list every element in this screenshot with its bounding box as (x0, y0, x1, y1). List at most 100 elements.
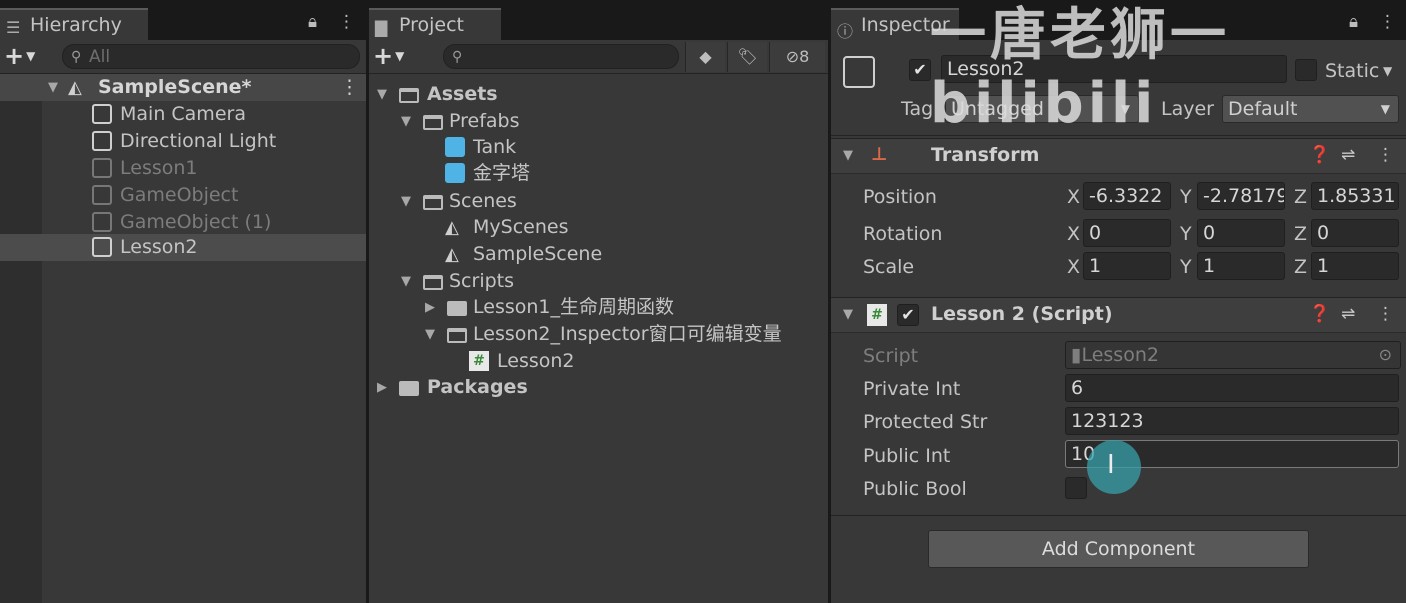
gameobject-cube-icon (92, 158, 112, 178)
prefab-cube-icon (445, 163, 465, 183)
collapse-arrow-icon[interactable]: ▶ (377, 374, 387, 401)
hierarchy-tabbar: ☰ Hierarchy 🔒︎ ⋮ (0, 0, 366, 40)
more-menu-icon[interactable]: ⋮ (338, 12, 355, 32)
gameobject-cube-icon (92, 185, 112, 205)
tree-item-scenes[interactable]: ▼ Scenes (369, 188, 828, 215)
hierarchy-item[interactable]: GameObject (1) (0, 209, 366, 236)
rotation-y-field[interactable]: 0 (1197, 219, 1285, 247)
help-icon[interactable]: ❓ (1309, 145, 1330, 165)
collapse-arrow-icon[interactable]: ▶ (425, 294, 435, 321)
hierarchy-item-label: GameObject (1) (120, 211, 272, 233)
gameobject-icon[interactable] (843, 56, 875, 88)
tab-hierarchy[interactable]: ☰ Hierarchy (0, 8, 148, 40)
component-menu-icon[interactable]: ⋮ (1377, 145, 1394, 165)
unity-scene-icon: ◭ (68, 77, 82, 98)
hierarchy-item-selected[interactable]: Lesson2 (0, 234, 366, 261)
csharp-script-icon: # (469, 351, 489, 371)
axis-y-label: Y (1180, 223, 1192, 245)
tree-item-scripts[interactable]: ▼ Scripts (369, 268, 828, 295)
scale-x-field[interactable]: 1 (1083, 252, 1171, 280)
folder-icon: ▇ (375, 18, 388, 37)
hierarchy-item[interactable]: Directional Light (0, 128, 366, 155)
component-menu-icon[interactable]: ⋮ (1377, 304, 1394, 324)
filter-by-label-icon[interactable]: 🏷︎ (727, 42, 767, 72)
active-checkbox[interactable]: ✔ (909, 59, 931, 81)
tree-item-lesson1-folder[interactable]: ▶ Lesson1_生命周期函数 (369, 294, 828, 321)
filter-by-type-icon[interactable]: ◆ (685, 42, 725, 72)
position-y-field[interactable]: -2.78179 (1197, 182, 1285, 210)
axis-z-label: Z (1294, 256, 1308, 278)
rotation-x-field[interactable]: 0 (1083, 219, 1171, 247)
expand-arrow-icon[interactable]: ▼ (48, 74, 58, 101)
gameobject-cube-icon (92, 104, 112, 124)
folder-open-icon (423, 275, 443, 290)
watermark: 一唐老狮一 bilibili (930, 3, 1230, 136)
script-file-icon: ▮ (1071, 344, 1082, 366)
tree-item-pyramid[interactable]: 金字塔 (369, 160, 828, 187)
transform-axes-icon: ⊥ (871, 144, 888, 165)
search-icon: ⚲ (452, 49, 463, 65)
folder-open-icon (399, 88, 419, 103)
transform-header[interactable]: ▼ ⊥ Transform ❓ ⇌ ⋮ (831, 138, 1406, 174)
position-x-field[interactable]: -6.3322 (1083, 182, 1171, 210)
rotation-z-field[interactable]: 0 (1311, 219, 1399, 247)
eye-slash-icon: ⊘ (785, 47, 800, 66)
folder-open-icon (423, 115, 443, 130)
preset-icon[interactable]: ⇌ (1341, 145, 1355, 165)
hierarchy-search-input[interactable]: ⚲ All (62, 44, 360, 69)
tree-item-prefabs[interactable]: ▼ Prefabs (369, 108, 828, 135)
scene-menu-icon[interactable]: ⋮ (340, 74, 359, 101)
expand-arrow-icon[interactable]: ▼ (843, 148, 853, 163)
expand-arrow-icon[interactable]: ▼ (425, 321, 435, 348)
object-picker-icon[interactable]: ⊙ (1379, 342, 1392, 368)
script-component-header[interactable]: ▼ # ✔ Lesson 2 (Script) ❓ ⇌ ⋮ (831, 297, 1406, 333)
tree-item-tank[interactable]: Tank (369, 134, 828, 161)
tree-label: MyScenes (473, 216, 569, 238)
tree-item-packages[interactable]: ▶ Packages (369, 374, 828, 401)
position-z-field[interactable]: 1.85331 (1311, 182, 1399, 210)
project-search-input[interactable]: ⚲ (443, 44, 679, 69)
protected-str-field[interactable]: 123123 (1065, 407, 1399, 435)
tree-item-lesson2-script[interactable]: # Lesson2 (369, 348, 828, 375)
hierarchy-item[interactable]: Main Camera (0, 101, 366, 128)
expand-arrow-icon[interactable]: ▼ (401, 108, 411, 135)
protected-str-label: Protected Str (863, 411, 988, 433)
gameobject-cube-icon (92, 237, 112, 257)
help-icon[interactable]: ❓ (1309, 304, 1330, 324)
private-int-field[interactable]: 6 (1065, 374, 1399, 402)
axis-x-label: X (1067, 223, 1081, 245)
hidden-count: 8 (799, 47, 810, 66)
scene-row[interactable]: ▼ ◭ SampleScene* ⋮ (0, 74, 366, 101)
add-component-button[interactable]: Add Component (928, 530, 1309, 568)
tree-label: Lesson2 (497, 350, 575, 372)
tree-item-lesson2-folder[interactable]: ▼ Lesson2_Inspector窗口可编辑变量 (369, 321, 828, 348)
scene-name: SampleScene* (98, 76, 252, 98)
expand-arrow-icon[interactable]: ▼ (401, 268, 411, 295)
script-reference-field: ▮Lesson2 ⊙ (1065, 341, 1401, 369)
hierarchy-item[interactable]: GameObject (0, 182, 366, 209)
scale-z-field[interactable]: 1 (1311, 252, 1399, 280)
expand-arrow-icon[interactable]: ▼ (843, 307, 853, 322)
gameobject-cube-icon (92, 131, 112, 151)
public-bool-checkbox[interactable] (1065, 477, 1087, 499)
hierarchy-item-label: Lesson1 (120, 157, 198, 179)
expand-arrow-icon[interactable]: ▼ (377, 81, 387, 108)
create-asset-button[interactable]: + ▼ (373, 42, 404, 70)
script-enabled-checkbox[interactable]: ✔ (897, 304, 919, 326)
lock-icon[interactable]: 🔒︎ (308, 12, 317, 32)
script-reference-value: Lesson2 (1081, 344, 1159, 366)
hidden-packages-button[interactable]: ⊘8 (769, 42, 825, 72)
create-button[interactable]: + ▼ (4, 42, 35, 70)
expand-arrow-icon[interactable]: ▼ (401, 188, 411, 215)
tree-item-assets[interactable]: ▼ Assets (369, 81, 828, 108)
preset-icon[interactable]: ⇌ (1341, 304, 1355, 324)
hierarchy-item-label: GameObject (120, 184, 239, 206)
tree-item-samplescene[interactable]: ◭ SampleScene (369, 241, 828, 268)
tree-item-myscenes[interactable]: ◭ MyScenes (369, 214, 828, 241)
tab-project[interactable]: ▇ Project (369, 8, 501, 40)
project-toolbar: + ▼ ⚲ ◆ 🏷︎ ⊘8 (369, 40, 828, 74)
scale-y-field[interactable]: 1 (1197, 252, 1285, 280)
project-tabbar: ▇ Project (369, 0, 828, 40)
hierarchy-item[interactable]: Lesson1 (0, 155, 366, 182)
tree-label: Prefabs (449, 110, 520, 132)
